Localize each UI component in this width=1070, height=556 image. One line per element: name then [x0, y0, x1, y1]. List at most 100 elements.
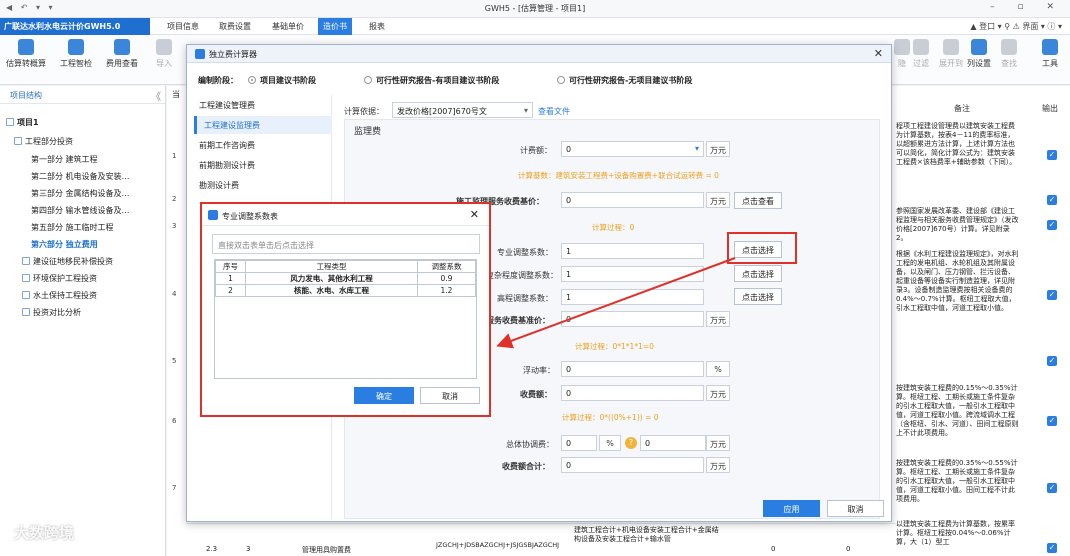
estimate-convert-button[interactable]: 估算转概算 [6, 39, 46, 69]
service-charge-label: 服务收费基准价： [486, 316, 550, 325]
panel-title: 项目结构 [10, 91, 42, 100]
output-checkbox[interactable]: ✓ [1047, 356, 1057, 366]
import-button[interactable]: 导入 [156, 39, 172, 69]
hide-button[interactable]: 隐 [894, 39, 910, 69]
tree-item-compare[interactable]: 投资对比分析 [22, 307, 81, 318]
window-controls[interactable]: – ▫ ✕ [990, 2, 1064, 12]
section-title: 监理费 [354, 127, 382, 137]
tree-item-engineering[interactable]: 工程部分投资 [14, 136, 73, 147]
output-checkbox[interactable]: ✓ [1047, 195, 1057, 205]
row-number: 6 [172, 417, 177, 425]
output-checkbox[interactable]: ✓ [1047, 290, 1057, 300]
menu-base-price[interactable]: 基础单价 [272, 21, 304, 32]
pro-adj-label: 专业调整系数： [497, 248, 553, 257]
nav-preliminary-survey[interactable]: 前期勘测设计费 [199, 160, 255, 171]
subdialog-cancel-button[interactable]: 取消 [420, 387, 480, 404]
window-title: GWH5 - [估算管理 - 项目1] [484, 4, 586, 13]
nav-construction-management[interactable]: 工程建设管理费 [199, 100, 255, 111]
expand-to-button[interactable]: 展开到 [939, 39, 963, 69]
grid-header-output: 输出 [1042, 104, 1058, 113]
row-number: 7 [172, 484, 177, 492]
tree-item-project[interactable]: 项目1 [6, 117, 39, 128]
stage-option-feasibility-with[interactable]: 可行性研究报告-有项目建议书阶段 [364, 75, 499, 86]
pro-adjustment-table-dialog: 专业调整系数表 ✕ 直接双击表单击后点击选择 序号 工程类型 调整系数 1 风力… [200, 202, 491, 417]
tools-button[interactable]: 工具 [1042, 39, 1058, 69]
col-header-coef: 调整系数 [417, 260, 476, 273]
service-base-input[interactable]: 0 [561, 192, 704, 208]
menu-fee-settings[interactable]: 取费设置 [219, 21, 251, 32]
nav-preliminary-consulting[interactable]: 前期工作咨询费 [199, 140, 255, 151]
view-file-link[interactable]: 查看文件 [538, 106, 570, 117]
check-icon [68, 39, 84, 55]
menu-cost-book[interactable]: 造价书 [318, 18, 352, 35]
tree-item-part3[interactable]: 第三部分 金属结构设备及… [31, 188, 130, 199]
tree-item-environment[interactable]: 环境保护工程投资 [22, 273, 97, 284]
complex-adj-input[interactable]: 1 [561, 266, 704, 282]
cancel-button[interactable]: 取消 [827, 500, 884, 517]
pick-complex-adj-button[interactable]: 点击选择 [734, 265, 782, 282]
fee-amount-input[interactable]: 0 ▾ [561, 141, 704, 157]
tree-item-part1[interactable]: 第一部分 建筑工程 [31, 154, 98, 165]
smart-check-button[interactable]: 工程智检 [60, 39, 92, 69]
table-icon [208, 210, 218, 220]
unit-label: 万元 [706, 311, 730, 327]
pick-alt-adj-button[interactable]: 点击选择 [734, 288, 782, 305]
table-row[interactable]: 2 核能、水电、水库工程 1.2 [215, 284, 476, 297]
calc-basis-select[interactable]: 发改价格[2007]670号文 ▾ [392, 102, 533, 118]
remark-cell: 根据《水利工程建设监理规定》，对水利工程的发电机组、水轮机组及其附属设备，以及闸… [896, 250, 1019, 312]
charge-total-input[interactable]: 0 [561, 457, 704, 473]
calculator-icon [195, 49, 205, 59]
house-icon [22, 308, 30, 316]
tree-item-part2[interactable]: 第二部分 机电设备及安装… [31, 171, 130, 182]
service-charge-input[interactable]: 0 [561, 311, 704, 327]
pro-adj-input[interactable]: 1 [561, 243, 704, 259]
stage-option-feasibility-without[interactable]: 可行性研究报告-无项目建议书阶段 [557, 75, 692, 86]
row-number: 4 [172, 290, 177, 298]
watermark-logo: 大数跨境 [14, 524, 75, 542]
output-checkbox[interactable]: ✓ [1047, 543, 1057, 553]
output-checkbox[interactable]: ✓ [1047, 416, 1057, 426]
float-rate-input[interactable]: 0 [561, 361, 704, 377]
tree-item-soil[interactable]: 水土保持工程投资 [22, 290, 97, 301]
charge-input[interactable]: 0 [561, 385, 704, 401]
tree-item-part4[interactable]: 第四部分 输水管线设备及… [31, 205, 130, 216]
column-settings-button[interactable]: 列设置 [967, 39, 991, 69]
tree-item-part5[interactable]: 第五部分 施工临时工程 [31, 222, 114, 233]
unit-label: 万元 [706, 435, 730, 451]
tree-item-land[interactable]: 建设征地移民补偿投资 [22, 256, 113, 267]
table-row[interactable]: 1 风力发电、其他水利工程 0.9 [215, 272, 476, 285]
radio-icon [248, 76, 256, 84]
apply-button[interactable]: 应用 [763, 500, 820, 517]
view-service-base-button[interactable]: 点击查看 [734, 192, 782, 209]
collapse-panel-button[interactable]: 《 [151, 88, 161, 103]
nav-survey-design[interactable]: 勘测设计费 [199, 180, 239, 191]
help-icon[interactable]: ? [625, 437, 637, 449]
row-number: 2 [172, 195, 177, 203]
subdialog-ok-button[interactable]: 确定 [354, 387, 414, 404]
output-checkbox[interactable]: ✓ [1047, 483, 1057, 493]
menu-reports[interactable]: 报表 [369, 21, 385, 32]
calc-process-2: 计算过程：0*1*1*1=0 [575, 342, 654, 351]
close-icon[interactable]: ✕ [470, 208, 479, 221]
nav-construction-supervision[interactable]: 工程建设监理费 [194, 116, 332, 134]
close-icon[interactable]: ✕ [874, 47, 883, 60]
output-checkbox[interactable]: ✓ [1047, 220, 1057, 230]
total-coord-amount-input[interactable]: 0 [640, 435, 706, 451]
tree-item-part6[interactable]: 第六部分 独立费用 [31, 239, 98, 250]
filter-button[interactable]: 过滤 [913, 39, 929, 69]
radio-icon [557, 76, 565, 84]
menu-project-info[interactable]: 项目信息 [167, 21, 199, 32]
stage-option-proposal[interactable]: 项目建议书阶段 [248, 75, 316, 86]
app-brand-menu[interactable]: 广联达水利水电云计价GWH5.0 [0, 18, 150, 35]
subdialog-search-input[interactable]: 直接双击表单击后点击选择 [212, 234, 480, 254]
house-icon [22, 291, 30, 299]
menu-right-tools[interactable]: ▲ 登口 ▾ ⚲ ⚠ 界面 ▾ ⓘ ▾ [970, 21, 1062, 32]
output-checkbox[interactable]: ✓ [1047, 150, 1057, 160]
fee-view-button[interactable]: 费用查看 [106, 39, 138, 69]
hide-icon [894, 39, 910, 55]
pick-pro-adj-button[interactable]: 点击选择 [734, 241, 782, 258]
total-coord-pct-input[interactable]: 0 [561, 435, 597, 451]
alt-adj-input[interactable]: 1 [561, 289, 704, 305]
dialog-title: 独立费计算器 [209, 50, 257, 59]
find-button[interactable]: 查找 [1001, 39, 1017, 69]
